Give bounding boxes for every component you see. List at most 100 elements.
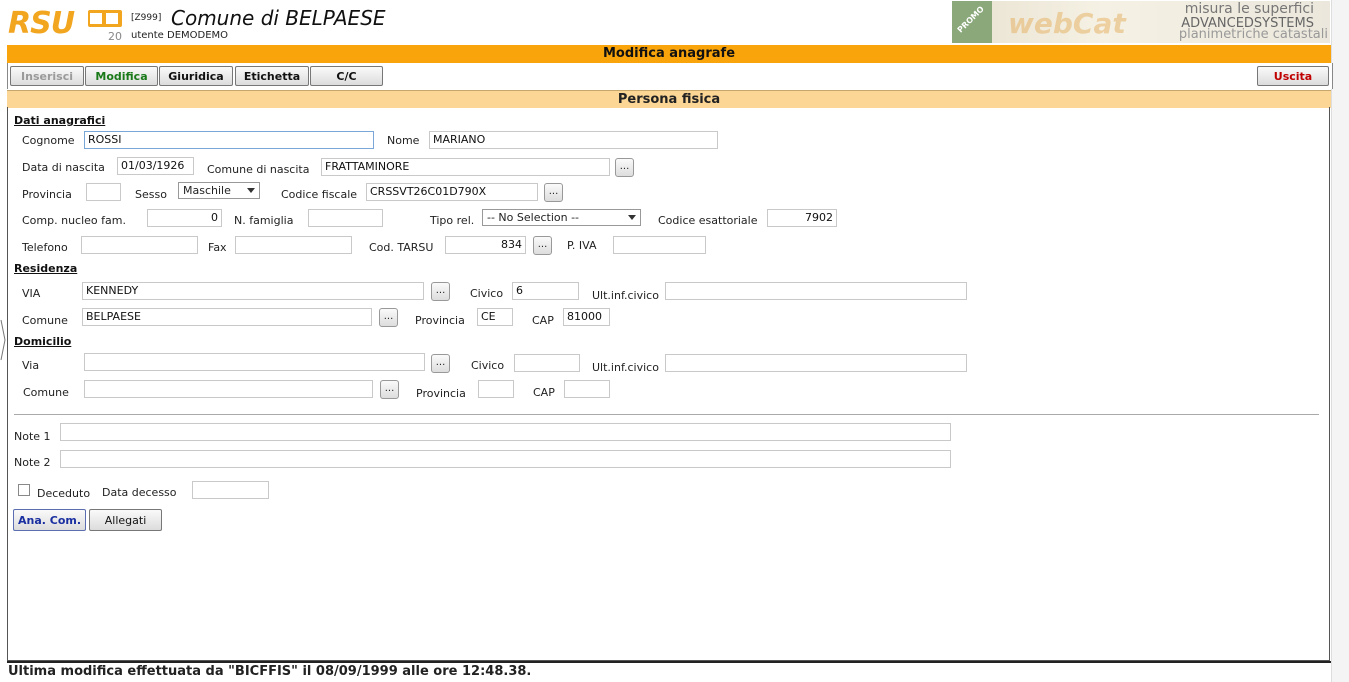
telefono-input[interactable] [81,236,198,254]
residenza-ult-input[interactable] [665,282,967,300]
logo-number: 20 [108,30,122,43]
domicilio-comune-lookup-button[interactable]: ... [380,380,399,399]
toolbar: Inserisci Modifica Giuridica Etichetta C… [7,63,1333,89]
webcat-promo-banner[interactable]: PROMO webCat misura le superfici ADVANCE… [952,1,1330,43]
comune-nascita-input[interactable]: FRATTAMINORE [321,158,610,176]
inserisci-button[interactable]: Inserisci [10,66,84,86]
residenza-via-input[interactable]: KENNEDY [82,282,424,300]
note2-input[interactable] [60,450,951,468]
note1-input[interactable] [60,423,951,441]
deceduto-label: Deceduto [37,487,91,500]
chevron-down-icon [628,215,636,220]
collapse-arrow-icon[interactable] [0,310,7,370]
domicilio-via-lookup-button[interactable]: ... [431,354,450,373]
domicilio-ult-label: Ult.inf.civico [592,361,659,374]
fax-input[interactable] [235,236,352,254]
codice-esattoriale-label: Codice esattoriale [658,214,758,227]
tipo-rel-select[interactable]: -- No Selection -- [482,209,641,226]
codice-esattoriale-input[interactable]: 7902 [767,209,837,227]
cognome-input[interactable]: ROSSI [84,131,374,149]
domicilio-via-label: Via [22,359,40,372]
domicilio-comune-input[interactable] [84,380,373,398]
comp-nucleo-input[interactable]: 0 [147,209,222,227]
residenza-via-lookup-button[interactable]: ... [431,282,450,301]
residenza-comune-input[interactable]: BELPAESE [82,308,372,326]
page-comune-title: Comune di BELPAESE [171,6,386,30]
residenza-cap-label: CAP [532,314,554,327]
codice-fiscale-input[interactable]: CRSSVT26C01D790X [366,183,538,201]
fax-label: Fax [208,241,227,254]
modifica-button[interactable]: Modifica [85,66,158,86]
page-title: Modifica anagrafe [7,45,1331,63]
promo-ribbon: PROMO [952,1,992,43]
codice-fiscale-label: Codice fiscale [281,188,358,201]
residenza-via-label: VIA [22,287,41,300]
status-bar: Ultima modifica effettuata da "BICFFIS" … [7,661,1331,682]
ente-code: [Z999] [131,13,162,23]
cognome-label: Cognome [22,134,75,147]
cc-button[interactable]: C/C [310,66,383,86]
domicilio-comune-label: Comune [23,386,69,399]
domicilio-civico-input[interactable] [514,354,580,372]
cod-tarsu-label: Cod. TARSU [369,241,434,254]
ana-com-button[interactable]: Ana. Com. [13,509,86,531]
residenza-header: Residenza [14,262,78,275]
dati-anagrafici-header: Dati anagrafici [14,114,106,127]
banner-brand: webCat [1008,7,1126,40]
domicilio-provincia-input[interactable] [478,380,514,398]
data-decesso-label: Data decesso [102,486,177,499]
nome-input[interactable]: MARIANO [429,131,718,149]
cod-tarsu-input[interactable]: 834 [445,236,526,254]
residenza-provincia-input[interactable]: CE [477,308,513,326]
comp-nucleo-label: Comp. nucleo fam. [22,214,126,227]
residenza-civico-label: Civico [470,287,504,300]
provincia-label: Provincia [22,188,72,201]
data-nascita-label: Data di nascita [22,161,105,174]
allegati-button[interactable]: Allegati [89,509,162,531]
residenza-provincia-label: Provincia [415,314,465,327]
cod-tarsu-lookup-button[interactable]: ... [533,236,552,255]
domicilio-cap-input[interactable] [564,380,610,398]
nome-label: Nome [387,134,420,147]
residenza-cap-input[interactable]: 81000 [563,308,610,326]
logo-plus-icon [88,10,122,27]
piva-label: P. IVA [567,239,597,252]
chevron-down-icon [247,188,255,193]
sesso-select[interactable]: Maschile [178,182,260,199]
n-famiglia-input[interactable] [308,209,383,227]
residenza-comune-lookup-button[interactable]: ... [379,308,398,327]
codice-fiscale-calc-button[interactable]: ... [544,183,563,202]
piva-input[interactable] [613,236,706,254]
domicilio-header: Domicilio [14,335,72,348]
residenza-civico-input[interactable]: 6 [512,282,579,300]
domicilio-cap-label: CAP [533,386,555,399]
domicilio-provincia-label: Provincia [416,387,466,400]
provincia-input[interactable] [86,183,121,201]
residenza-comune-label: Comune [22,314,68,327]
banner-line1: misura le superfici [1184,1,1314,17]
domicilio-ult-input[interactable] [665,354,967,372]
note2-label: Note 2 [14,456,51,469]
telefono-label: Telefono [22,241,68,254]
domicilio-via-input[interactable] [84,353,425,371]
vertical-scrollbar[interactable] [1331,0,1349,682]
sesso-label: Sesso [135,188,167,201]
banner-line3: planimetriche catastali [1178,27,1328,42]
n-famiglia-label: N. famiglia [234,214,294,227]
giuridica-button[interactable]: Giuridica [159,66,233,86]
section-title: Persona fisica [7,90,1331,108]
uscita-button[interactable]: Uscita [1257,66,1329,86]
domicilio-civico-label: Civico [471,359,505,372]
etichetta-button[interactable]: Etichetta [235,66,309,86]
note1-label: Note 1 [14,430,51,443]
user-label: utente DEMODEMO [131,30,229,41]
deceduto-checkbox[interactable] [18,484,30,496]
data-nascita-input[interactable]: 01/03/1926 [117,157,194,175]
tipo-rel-label: Tipo rel. [430,214,475,227]
comune-nascita-label: Comune di nascita [207,163,310,176]
data-decesso-input[interactable] [192,481,269,499]
comune-nascita-lookup-button[interactable]: ... [615,158,634,177]
residenza-ult-label: Ult.inf.civico [592,289,659,302]
logo-text: RSU [8,6,75,41]
rsu-logo: RSU 20 [8,4,122,44]
